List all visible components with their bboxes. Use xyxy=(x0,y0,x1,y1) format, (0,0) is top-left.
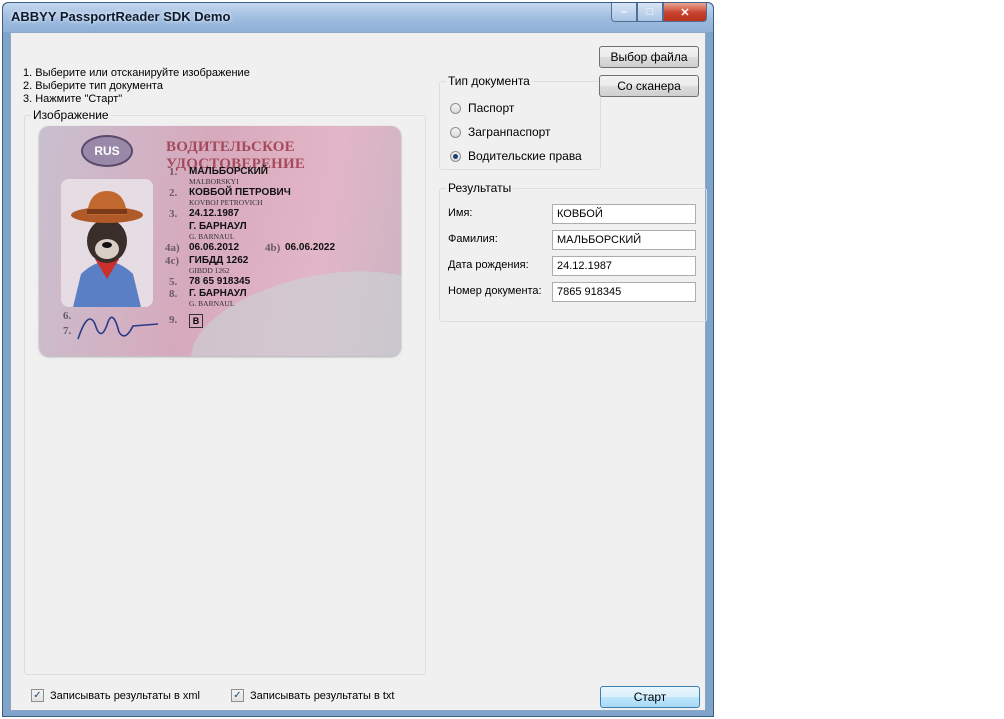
result-row-name: Имя: КОВБОЙ xyxy=(448,204,698,224)
radio-passport[interactable]: Паспорт xyxy=(450,101,514,115)
radio-label: Водительские права xyxy=(468,149,582,163)
save-txt-label: Записывать результаты в txt xyxy=(250,689,395,702)
scanner-button[interactable]: Со сканера xyxy=(599,75,699,97)
radio-circle-selected[interactable] xyxy=(450,150,461,162)
radio-foreign-passport[interactable]: Загранпаспорт xyxy=(450,125,551,139)
country-code-emblem: RUS xyxy=(81,135,133,167)
surname-field[interactable]: МАЛЬБОРСКИЙ xyxy=(552,230,696,250)
result-label: Имя: xyxy=(448,207,473,219)
instructions: 1. Выберите или отсканируйте изображение… xyxy=(23,67,250,106)
dog-in-hat-icon xyxy=(61,179,153,307)
start-button[interactable]: Старт xyxy=(600,686,700,708)
window-controls: – □ ✕ xyxy=(611,3,707,23)
close-button[interactable]: ✕ xyxy=(663,3,707,22)
doc-type-group: Тип документа Паспорт Загранпаспорт Води… xyxy=(439,74,601,170)
save-xml-option[interactable]: ✓ Записывать результаты в xml xyxy=(31,689,200,702)
license-image: RUS ВОДИТЕЛЬСКОЕ УДОСТОВЕРЕНИЕ 1. МАЛЬБО… xyxy=(39,126,401,356)
birthdate-field[interactable]: 24.12.1987 xyxy=(552,256,696,276)
name-field[interactable]: КОВБОЙ xyxy=(552,204,696,224)
minimize-icon: – xyxy=(620,6,628,18)
radio-label: Паспорт xyxy=(468,101,515,115)
doc-number-field[interactable]: 7865 918345 xyxy=(552,282,696,302)
result-label: Дата рождения: xyxy=(448,259,529,271)
window-title: ABBYY PassportReader SDK Demo xyxy=(11,9,231,24)
instruction-step-1: 1. Выберите или отсканируйте изображение xyxy=(23,67,250,79)
radio-circle[interactable] xyxy=(450,102,461,114)
save-xml-label: Записывать результаты в xml xyxy=(50,689,200,702)
card-field-6: 6. xyxy=(63,310,72,322)
close-icon: ✕ xyxy=(680,6,690,19)
holder-photo xyxy=(61,179,153,307)
card-field-7: 7. xyxy=(63,325,72,337)
title-bar[interactable]: ABBYY PassportReader SDK Demo – □ ✕ xyxy=(3,3,713,32)
maximize-icon: □ xyxy=(646,6,654,18)
result-label: Фамилия: xyxy=(448,233,498,245)
radio-circle[interactable] xyxy=(450,126,461,138)
checkbox-save-txt[interactable]: ✓ xyxy=(231,689,244,702)
radio-label: Загранпаспорт xyxy=(468,125,551,139)
choose-file-button[interactable]: Выбор файла xyxy=(599,46,699,68)
instruction-step-2: 2. Выберите тип документа xyxy=(23,80,163,92)
doc-type-title: Тип документа xyxy=(446,74,532,88)
radio-driver-license[interactable]: Водительские права xyxy=(450,149,582,163)
category-box: B xyxy=(189,314,203,328)
save-txt-option[interactable]: ✓ Записывать результаты в txt xyxy=(231,689,394,702)
results-title: Результаты xyxy=(446,181,514,195)
minimize-button[interactable]: – xyxy=(611,3,637,22)
checkbox-save-xml[interactable]: ✓ xyxy=(31,689,44,702)
image-group-title: Изображение xyxy=(31,108,111,122)
instruction-step-3: 3. Нажмите "Старт" xyxy=(23,93,123,105)
result-row-doc-number: Номер документа: 7865 918345 xyxy=(448,282,698,302)
app-window: ABBYY PassportReader SDK Demo – □ ✕ 1. В… xyxy=(2,2,714,717)
signature-icon xyxy=(77,316,159,340)
results-group: Результаты Имя: КОВБОЙ Фамилия: МАЛЬБОРС… xyxy=(439,181,707,322)
client-area: 1. Выберите или отсканируйте изображение… xyxy=(10,32,707,711)
maximize-button[interactable]: □ xyxy=(637,3,663,22)
result-label: Номер документа: xyxy=(448,285,542,297)
result-row-birthdate: Дата рождения: 24.12.1987 xyxy=(448,256,698,276)
result-row-surname: Фамилия: МАЛЬБОРСКИЙ xyxy=(448,230,698,250)
